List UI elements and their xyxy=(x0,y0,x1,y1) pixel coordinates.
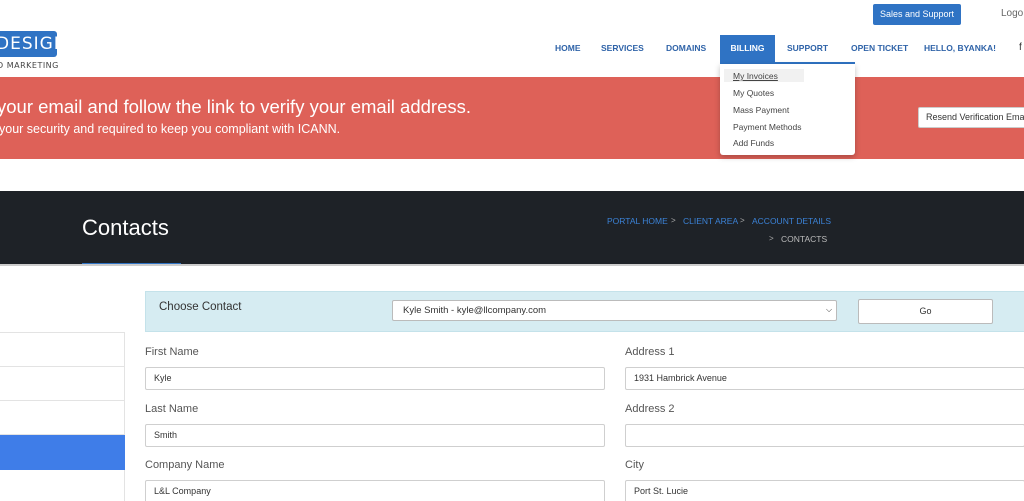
header-divider xyxy=(0,264,1024,266)
facebook-icon[interactable]: f xyxy=(1019,42,1022,53)
banner-title: your email and follow the link to verify… xyxy=(0,96,472,117)
first-name-field[interactable]: Kyle xyxy=(145,367,605,390)
contact-select[interactable]: Kyle Smith - kyle@llcompany.com xyxy=(392,300,837,321)
breadcrumb-current: CONTACTS xyxy=(781,234,828,244)
last-name-label: Last Name xyxy=(145,403,199,415)
dropdown-my-quotes[interactable]: My Quotes xyxy=(733,88,774,98)
nav-support[interactable]: SUPPORT xyxy=(787,43,828,53)
city-field[interactable]: Port St. Lucie xyxy=(625,480,1024,501)
breadcrumb-separator: > xyxy=(671,216,676,225)
verification-banner xyxy=(0,77,1024,159)
nav-services[interactable]: SERVICES xyxy=(601,43,644,53)
breadcrumb-separator: > xyxy=(740,216,745,225)
nav-open-ticket[interactable]: OPEN TICKET xyxy=(851,43,908,53)
choose-contact-label: Choose Contact xyxy=(159,301,242,313)
address1-field[interactable]: 1931 Hambrick Avenue xyxy=(625,367,1024,390)
logo-tagline: D MARKETING xyxy=(0,61,59,70)
sidebar-item[interactable] xyxy=(0,332,125,367)
sidebar-item[interactable] xyxy=(0,366,125,401)
address2-field[interactable] xyxy=(625,424,1024,447)
company-name-field[interactable]: L&L Company xyxy=(145,480,605,501)
sales-support-button[interactable]: Sales and Support xyxy=(873,4,961,25)
resend-verification-button[interactable]: Resend Verification Email xyxy=(918,107,1024,128)
sidebar-item-active[interactable] xyxy=(0,435,125,470)
dropdown-add-funds[interactable]: Add Funds xyxy=(733,138,774,148)
page-title: Contacts xyxy=(82,215,169,240)
breadcrumb-portal-home[interactable]: PORTAL HOME xyxy=(607,216,668,226)
breadcrumb-separator: > xyxy=(769,234,774,243)
nav-domains[interactable]: DOMAINS xyxy=(666,43,706,53)
logo[interactable]: DESIGN xyxy=(0,31,57,57)
sidebar-item[interactable] xyxy=(0,470,125,501)
address1-label: Address 1 xyxy=(625,346,675,358)
billing-dropdown: My Invoices My Quotes Mass Payment Payme… xyxy=(720,64,855,155)
banner-subtitle: your security and required to keep you c… xyxy=(0,122,341,136)
address2-label: Address 2 xyxy=(625,403,675,415)
dropdown-my-invoices[interactable]: My Invoices xyxy=(733,71,778,81)
dropdown-payment-methods[interactable]: Payment Methods xyxy=(733,122,802,132)
go-button[interactable]: Go xyxy=(858,299,993,324)
dropdown-mass-payment[interactable]: Mass Payment xyxy=(733,105,789,115)
logout-link[interactable]: Logo xyxy=(1001,8,1023,19)
breadcrumb-client-area[interactable]: CLIENT AREA xyxy=(683,216,738,226)
sidebar-item[interactable] xyxy=(0,400,125,435)
last-name-field[interactable]: Smith xyxy=(145,424,605,447)
company-name-label: Company Name xyxy=(145,459,225,471)
nav-home[interactable]: HOME xyxy=(555,43,581,53)
city-label: City xyxy=(625,459,644,471)
nav-billing[interactable]: BILLING xyxy=(720,35,775,63)
logo-word: DESIGN xyxy=(0,34,57,54)
chevron-down-icon: ⌵ xyxy=(826,305,833,314)
nav-user-menu[interactable]: HELLO, BYANKA! xyxy=(924,43,996,53)
breadcrumb-account-details[interactable]: ACCOUNT DETAILS xyxy=(752,216,831,226)
first-name-label: First Name xyxy=(145,346,199,358)
